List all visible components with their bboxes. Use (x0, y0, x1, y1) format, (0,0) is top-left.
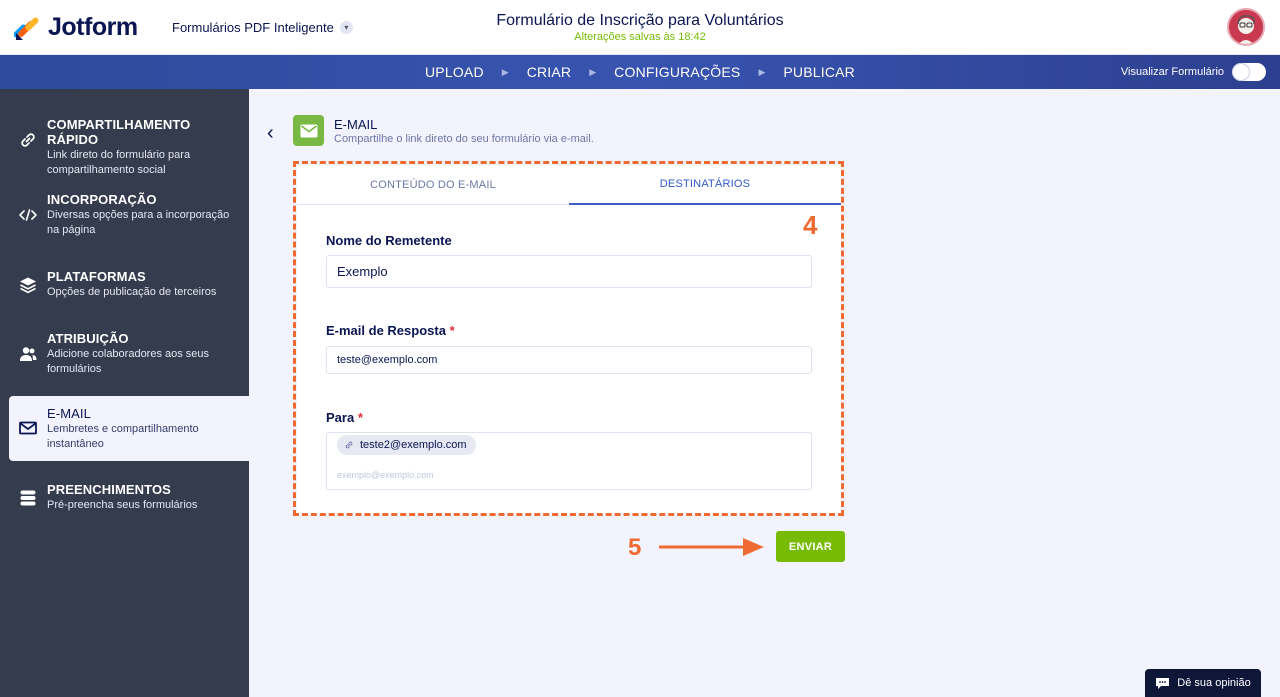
sidebar-item-title: PLATAFORMAS (47, 269, 146, 284)
back-chevron-icon[interactable]: ‹ (267, 122, 274, 145)
sidebar-item-email[interactable]: E-MAIL Lembretes e compartilhamento inst… (9, 396, 249, 461)
sender-name-label-text: Nome do Remetente (326, 233, 452, 248)
sidebar-item-title: COMPARTILHAMENTO RÁPIDO (47, 117, 191, 147)
annotation-arrow-icon (659, 538, 764, 556)
database-icon (20, 490, 36, 506)
sidebar-item-desc: Adicione colaboradores aos seus formulár… (47, 348, 210, 375)
save-status: Alterações salvas às 18:42 (574, 31, 706, 43)
recipients-placeholder[interactable]: exemplo@exemplo.com (337, 470, 434, 480)
sidebar-item-plataformas[interactable]: PLATAFORMAS Opções de publicação de terc… (0, 269, 249, 309)
nav-step-criar[interactable]: CRIAR (527, 64, 572, 80)
sidebar-item-compartilhamento-rapido[interactable]: COMPARTILHAMENTO RÁPIDO Link direto do f… (0, 117, 249, 176)
sidebar-item-incorporacao[interactable]: INCORPORAÇÃO Diversas opções para a inco… (0, 192, 249, 242)
link-icon (345, 441, 353, 449)
publish-sidebar: COMPARTILHAMENTO RÁPIDO Link direto do f… (0, 89, 249, 697)
mail-icon (300, 124, 317, 137)
nav-steps: UPLOAD ▶ CRIAR ▶ CONFIGURAÇÕES ▶ PUBLICA… (0, 55, 1280, 89)
sender-name-field[interactable] (326, 255, 812, 288)
email-tabs: CONTEÚDO DO E-MAIL DESTINATÁRIOS (297, 165, 841, 205)
to-label-text: Para (326, 410, 355, 425)
sidebar-item-atribuicao[interactable]: ATRIBUIÇÃO Adicione colaboradores aos se… (0, 331, 249, 381)
required-mark: * (449, 323, 455, 338)
recipient-chip-text: teste2@exemplo.com (360, 439, 467, 451)
preview-form-toggle-group: Visualizar Formulário (1121, 63, 1266, 81)
recipient-chip[interactable]: teste2@exemplo.com (337, 435, 476, 455)
tab-conteudo-email[interactable]: CONTEÚDO DO E-MAIL (297, 165, 569, 205)
publish-nav: UPLOAD ▶ CRIAR ▶ CONFIGURAÇÕES ▶ PUBLICA… (0, 55, 1280, 89)
sidebar-item-desc: Pré-preencha seus formulários (47, 499, 198, 511)
avatar[interactable] (1227, 8, 1265, 46)
annotation-step-4: 4 (803, 210, 818, 240)
reply-email-label-text: E-mail de Resposta (326, 323, 446, 338)
chevron-right-icon: ▶ (758, 66, 766, 77)
feedback-label: Dê sua opinião (1177, 677, 1251, 689)
feedback-icon (1156, 677, 1170, 689)
nav-step-upload[interactable]: UPLOAD (425, 64, 484, 80)
code-icon (19, 209, 37, 221)
section-title: E-MAIL (334, 117, 378, 132)
sidebar-item-desc: Diversas opções para a incorporação na p… (47, 209, 230, 236)
recipients-field[interactable]: teste2@exemplo.com exemplo@exemplo.com (326, 432, 812, 490)
sidebar-item-desc: Opções de publicação de terceiros (47, 286, 217, 298)
feedback-button[interactable]: Dê sua opinião (1145, 669, 1261, 697)
sidebar-item-desc: Lembretes e compartilhamento instantâneo (47, 423, 199, 450)
reply-email-field[interactable] (326, 346, 812, 374)
annotation-step-5: 5 (628, 534, 642, 561)
nav-step-configuracoes[interactable]: CONFIGURAÇÕES (614, 64, 740, 80)
email-section-icon (293, 115, 324, 146)
sidebar-item-desc: Link direto do formulário para compartil… (47, 149, 191, 176)
sidebar-item-title: INCORPORAÇÃO (47, 192, 157, 207)
preview-label: Visualizar Formulário (1120, 66, 1224, 78)
mail-icon (19, 421, 37, 435)
link-icon (21, 133, 35, 147)
section-subtitle: Compartilhe o link direto do seu formulá… (334, 133, 594, 145)
chevron-right-icon: ▶ (589, 66, 597, 77)
to-label: Para * (326, 410, 363, 425)
reply-email-input[interactable] (327, 347, 811, 373)
sidebar-item-title: PREENCHIMENTOS (47, 482, 171, 497)
sidebar-item-preenchimentos[interactable]: PREENCHIMENTOS Pré-preencha seus formulá… (0, 482, 249, 522)
preview-toggle[interactable] (1232, 63, 1266, 81)
required-mark: * (357, 410, 363, 425)
nav-step-publicar[interactable]: PUBLICAR (783, 64, 855, 80)
toggle-knob (1233, 64, 1249, 80)
form-title: Formulário de Inscrição para Voluntários (496, 12, 784, 29)
layers-icon (20, 277, 36, 294)
sidebar-item-title: E-MAIL (47, 406, 91, 421)
top-header: Jotform Formulários PDF Inteligente ▾ Fo… (0, 0, 1280, 55)
tab-destinatarios[interactable]: DESTINATÁRIOS (569, 165, 841, 205)
chevron-right-icon: ▶ (501, 66, 509, 77)
sender-name-label: Nome do Remetente (326, 233, 452, 248)
sidebar-item-title: ATRIBUIÇÃO (47, 331, 129, 346)
sender-name-input[interactable] (327, 256, 811, 287)
send-button[interactable]: ENVIAR (776, 531, 845, 562)
reply-email-label: E-mail de Resposta * (326, 323, 455, 338)
users-icon (20, 347, 37, 361)
